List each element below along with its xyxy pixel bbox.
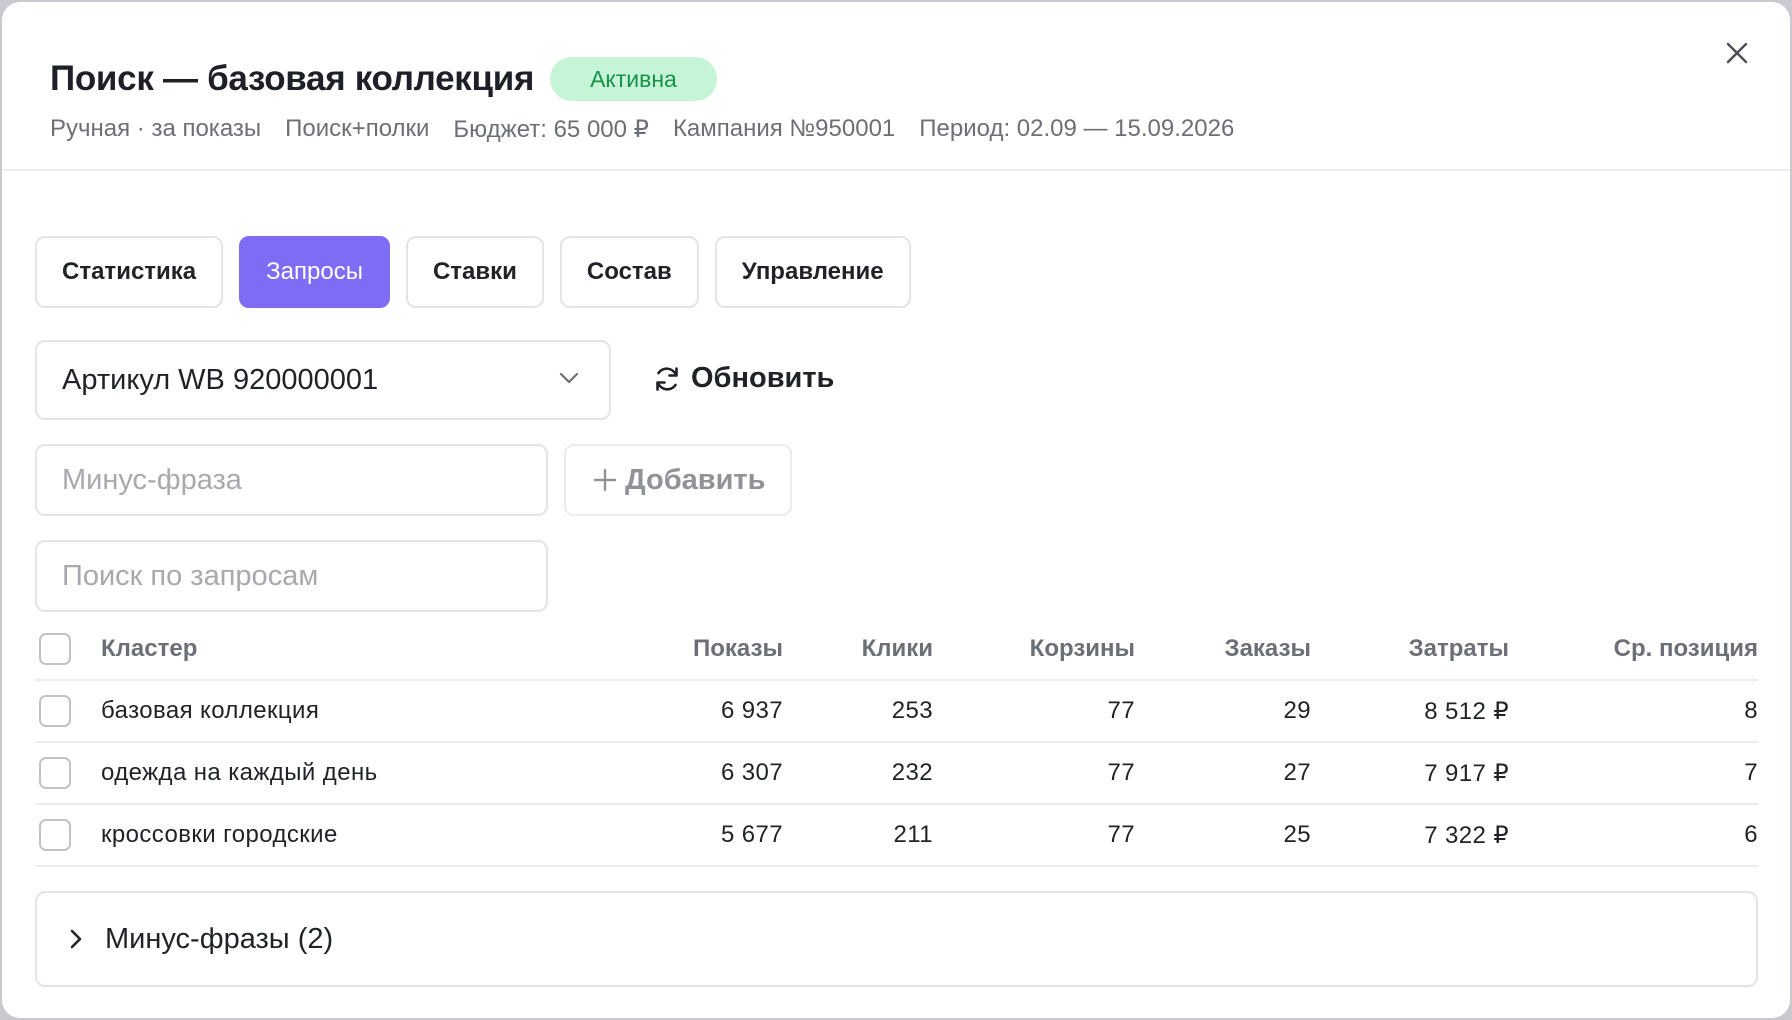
refresh-icon — [656, 366, 678, 391]
cell-spend: 7 322 ₽ — [1424, 821, 1509, 849]
meta-budget: Бюджет: 65 000 ₽ — [453, 116, 649, 143]
cell-avg-position: 8 — [1744, 697, 1758, 724]
select-all-checkbox[interactable] — [39, 633, 71, 665]
column-header-orders[interactable]: Заказы — [1225, 635, 1311, 663]
cell-impressions: 6 937 — [720, 697, 783, 724]
modal-header: Поиск — базовая коллекция Активна Ручная… — [2, 2, 1790, 171]
row-checkbox[interactable] — [39, 695, 71, 727]
campaign-modal: Поиск — базовая коллекция Активна Ручная… — [2, 2, 1790, 1018]
cell-carts: 77 — [1107, 697, 1135, 724]
plus-icon — [593, 468, 617, 492]
cell-avg-position: 6 — [1744, 821, 1758, 848]
tab-bar: Статистика Запросы Ставки Состав Управле… — [35, 236, 927, 308]
column-header-spend[interactable]: Затраты — [1409, 635, 1509, 663]
tab-queries[interactable]: Запросы — [239, 236, 390, 308]
cell-clicks: 253 — [891, 697, 933, 724]
refresh-button[interactable]: Обновить — [652, 362, 834, 395]
cell-orders: 25 — [1283, 821, 1311, 848]
cell-cluster: кроссовки городские — [101, 821, 338, 848]
query-search-input[interactable] — [35, 540, 548, 612]
column-header-impressions[interactable]: Показы — [693, 635, 783, 663]
tab-bids[interactable]: Ставки — [405, 236, 544, 308]
article-select[interactable]: Артикул WB 920000001 — [35, 340, 611, 420]
column-header-carts[interactable]: Корзины — [1030, 635, 1135, 663]
minus-phrase-input[interactable] — [35, 444, 548, 516]
add-minus-phrase-button[interactable]: Добавить — [564, 444, 792, 516]
cell-orders: 29 — [1283, 697, 1311, 724]
minus-phrases-section-toggle[interactable]: Минус-фразы (2) — [35, 891, 1758, 987]
cell-cluster: базовая коллекция — [101, 697, 320, 724]
close-icon — [1726, 42, 1748, 64]
queries-table: Кластер Показы Клики Корзины Заказы Затр… — [35, 619, 1758, 867]
column-header-cluster[interactable]: Кластер — [101, 635, 197, 663]
cell-impressions: 5 677 — [720, 821, 783, 848]
refresh-label: Обновить — [691, 362, 835, 394]
cell-cluster: одежда на каждый день — [101, 759, 378, 786]
row-checkbox[interactable] — [39, 819, 71, 851]
cell-clicks: 232 — [891, 759, 933, 786]
cell-spend: 7 917 ₽ — [1424, 759, 1509, 787]
cell-avg-position: 7 — [1744, 759, 1758, 786]
cell-impressions: 6 307 — [720, 759, 783, 786]
table-row: базовая коллекция 6 937 253 77 29 8 512 … — [35, 681, 1758, 743]
meta-strategy: Ручная · за показы — [50, 115, 262, 142]
column-header-avg-position[interactable]: Ср. позиция — [1614, 635, 1758, 663]
tab-statistics[interactable]: Статистика — [35, 236, 224, 308]
cell-carts: 77 — [1107, 821, 1135, 848]
cell-carts: 77 — [1107, 759, 1135, 786]
column-header-clicks[interactable]: Клики — [862, 635, 933, 663]
tab-management[interactable]: Управление — [714, 236, 911, 308]
chevron-down-icon — [559, 372, 579, 384]
article-select-value: Артикул WB 920000001 — [62, 363, 379, 396]
minus-phrases-section-label: Минус-фразы (2) — [105, 922, 334, 955]
tab-composition[interactable]: Состав — [559, 236, 699, 308]
table-row: одежда на каждый день 6 307 232 77 27 7 … — [35, 743, 1758, 805]
cell-spend: 8 512 ₽ — [1424, 697, 1509, 725]
title-row: Поиск — базовая коллекция Активна — [50, 57, 717, 101]
table-row: кроссовки городские 5 677 211 77 25 7 32… — [35, 805, 1758, 867]
meta-period: Период: 02.09 — 15.09.2026 — [919, 115, 1235, 142]
add-button-label: Добавить — [625, 463, 766, 496]
close-button[interactable] — [1720, 36, 1754, 70]
table-header-row: Кластер Показы Клики Корзины Заказы Затр… — [35, 619, 1758, 681]
meta-placement: Поиск+полки — [285, 115, 430, 142]
cell-orders: 27 — [1283, 759, 1311, 786]
page-title: Поиск — базовая коллекция — [50, 59, 535, 98]
meta-campaign-id: Кампания №950001 — [672, 115, 896, 142]
chevron-right-icon — [70, 929, 82, 949]
status-badge: Активна — [550, 57, 717, 101]
campaign-meta: Ручная · за показы Поиск+полки Бюджет: 6… — [50, 115, 1258, 144]
row-checkbox[interactable] — [39, 757, 71, 789]
cell-clicks: 211 — [893, 821, 933, 848]
